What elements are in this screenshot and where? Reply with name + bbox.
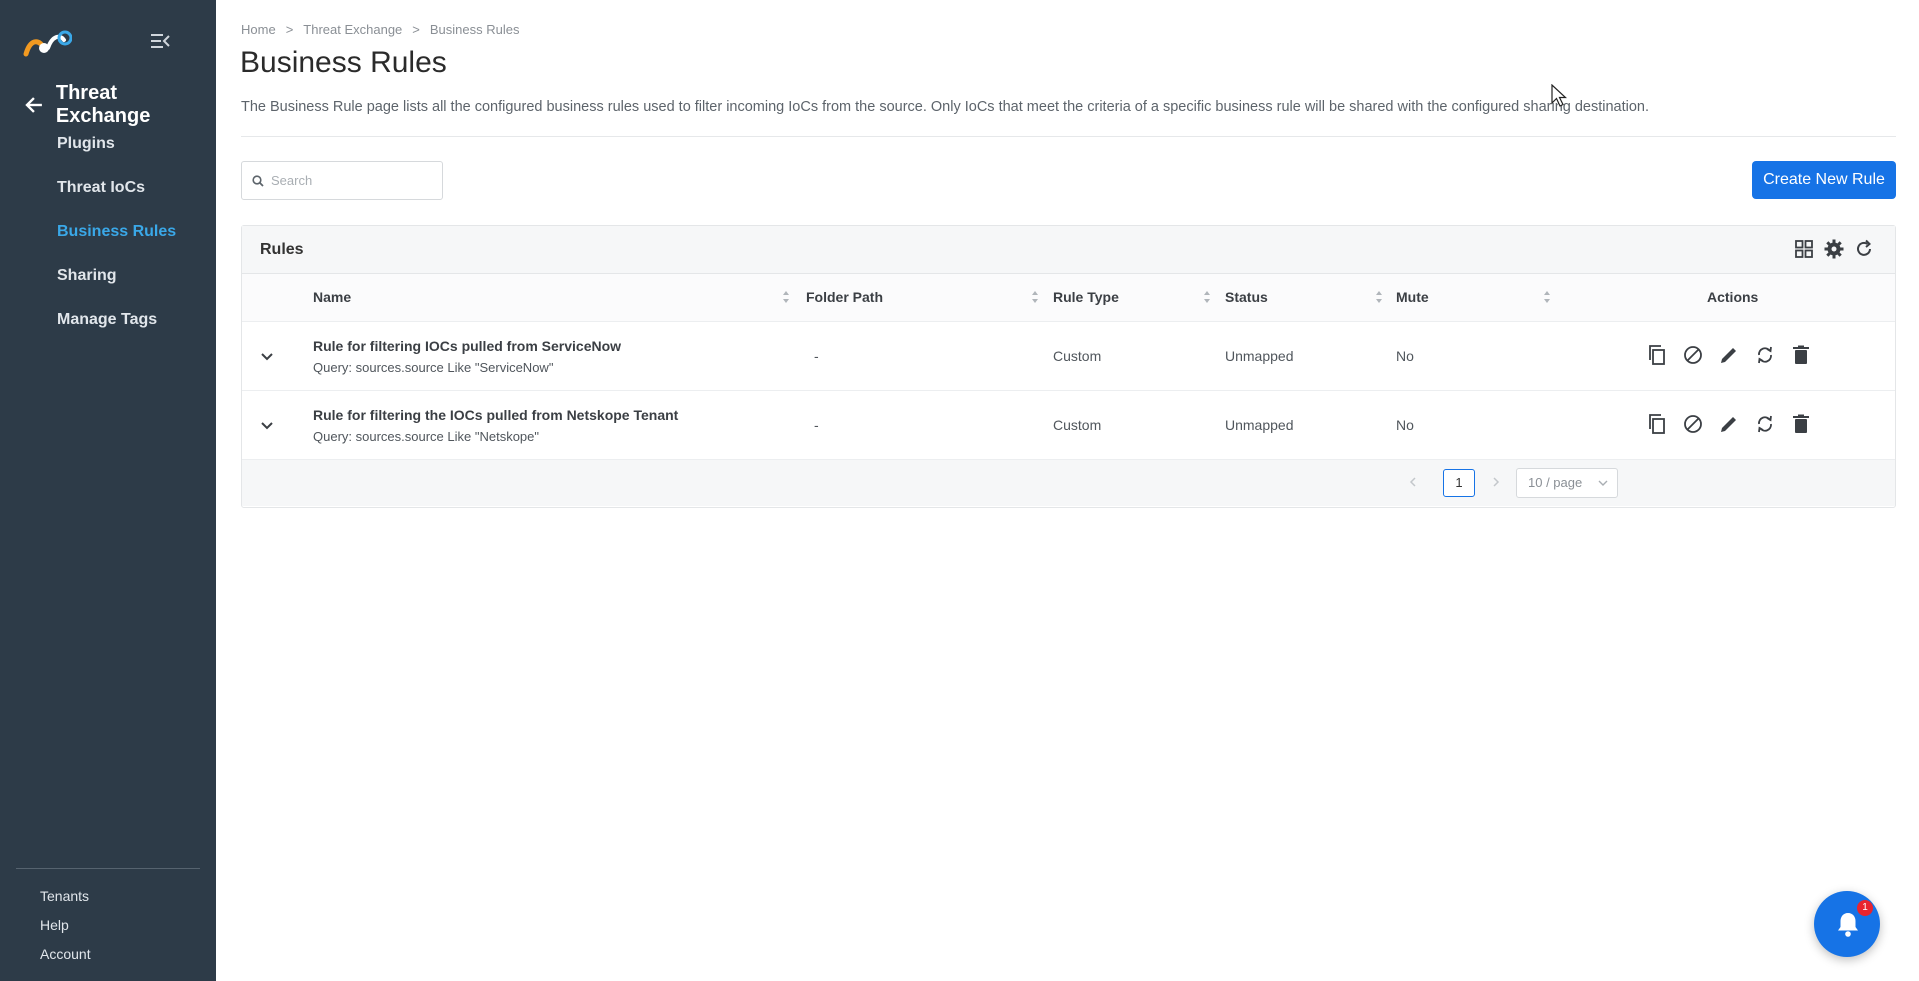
rule-mute: No — [1396, 417, 1414, 433]
sidebar-item-account[interactable]: Account — [40, 944, 91, 973]
notifications-button[interactable]: 1 — [1814, 891, 1880, 957]
table-header: Name Folder Path Rule Type Status Mute A… — [242, 274, 1895, 322]
rule-query: Query: sources.source Like "ServiceNow" — [313, 360, 554, 375]
sidebar-item-plugins[interactable]: Plugins — [57, 133, 176, 177]
column-header-rule-type[interactable]: Rule Type — [1053, 289, 1119, 305]
search-box — [241, 161, 443, 200]
table-row: Rule for filtering IOCs pulled from Serv… — [242, 322, 1895, 391]
rule-folder-path: - — [814, 417, 819, 433]
sidebar-bottom-nav: Tenants Help Account — [40, 886, 91, 973]
chevron-down-icon[interactable] — [258, 416, 276, 434]
app-title: Threat Exchange — [55, 82, 151, 127]
sidebar-item-tenants[interactable]: Tenants — [40, 886, 91, 915]
column-header-actions: Actions — [1707, 289, 1759, 305]
grid-view-icon[interactable] — [1793, 238, 1815, 260]
chevron-down-icon[interactable] — [258, 347, 276, 365]
chevron-right-icon[interactable] — [1489, 474, 1503, 490]
sidebar-item-sharing[interactable]: Sharing — [57, 265, 176, 309]
table-row: Rule for filtering the IOCs pulled from … — [242, 391, 1895, 460]
page-description: The Business Rule page lists all the con… — [241, 99, 1650, 115]
back-arrow-icon[interactable] — [24, 95, 44, 115]
sort-icon[interactable] — [1543, 289, 1551, 305]
delete-trash-icon[interactable] — [1790, 344, 1812, 366]
chevron-down-icon — [1598, 480, 1608, 486]
row-actions — [1646, 344, 1812, 366]
rule-folder-path: - — [814, 348, 819, 364]
sort-icon[interactable] — [1203, 289, 1211, 305]
column-header-name[interactable]: Name — [313, 289, 351, 305]
sync-icon[interactable] — [1754, 413, 1776, 435]
rule-type: Custom — [1053, 348, 1102, 364]
sidebar-item-business-rules[interactable]: Business Rules — [57, 221, 176, 265]
card-toolbar — [1793, 238, 1875, 260]
settings-gear-icon[interactable] — [1823, 238, 1845, 260]
delete-trash-icon[interactable] — [1790, 413, 1812, 435]
sort-icon[interactable] — [782, 289, 790, 305]
sort-icon[interactable] — [1031, 289, 1039, 305]
bell-icon — [1838, 913, 1858, 937]
row-actions — [1646, 413, 1812, 435]
pagination: 1 10 / page — [242, 460, 1895, 506]
chevron-left-icon[interactable] — [1406, 474, 1420, 490]
rule-status: Unmapped — [1225, 348, 1294, 364]
edit-pencil-icon[interactable] — [1718, 344, 1740, 366]
page-number-current[interactable]: 1 — [1443, 469, 1475, 497]
page-title: Business Rules — [240, 46, 447, 79]
rule-query: Query: sources.source Like "Netskope" — [313, 429, 539, 444]
search-input[interactable] — [271, 173, 431, 188]
edit-pencil-icon[interactable] — [1718, 413, 1740, 435]
rule-type: Custom — [1053, 417, 1102, 433]
copy-icon[interactable] — [1646, 344, 1668, 366]
column-header-status[interactable]: Status — [1225, 289, 1268, 305]
breadcrumb-separator: > — [285, 22, 294, 37]
sidebar: Threat Exchange Plugins Threat IoCs Busi… — [0, 0, 216, 981]
rule-mute: No — [1396, 348, 1414, 364]
netskope-logo — [23, 30, 72, 57]
header-divider — [241, 136, 1896, 137]
column-header-mute[interactable]: Mute — [1396, 289, 1429, 305]
mouse-cursor-icon — [1551, 84, 1567, 107]
sort-icon[interactable] — [1375, 289, 1383, 305]
sidebar-item-help[interactable]: Help — [40, 915, 91, 944]
sync-icon[interactable] — [1754, 344, 1776, 366]
sidebar-divider — [16, 868, 200, 869]
disable-icon[interactable] — [1682, 413, 1704, 435]
create-new-rule-button[interactable]: Create New Rule — [1752, 161, 1896, 199]
rules-card-header: Rules — [242, 226, 1895, 274]
disable-icon[interactable] — [1682, 344, 1704, 366]
rule-name[interactable]: Rule for filtering IOCs pulled from Serv… — [313, 338, 621, 354]
breadcrumb-separator: > — [412, 22, 420, 37]
rules-card: Rules Name Folder Path Rule Type Status — [241, 225, 1896, 508]
column-header-folder-path[interactable]: Folder Path — [806, 289, 883, 305]
rule-name[interactable]: Rule for filtering the IOCs pulled from … — [313, 407, 678, 423]
main-content: Home > Threat Exchange > Business Rules … — [216, 0, 1919, 981]
copy-icon[interactable] — [1646, 413, 1668, 435]
refresh-icon[interactable] — [1853, 238, 1875, 260]
breadcrumb: Home > Threat Exchange > Business Rules — [241, 22, 520, 37]
rules-card-title: Rules — [260, 241, 304, 258]
collapse-menu-icon[interactable] — [149, 30, 171, 52]
breadcrumb-home[interactable]: Home — [241, 22, 276, 37]
breadcrumb-threat-exchange[interactable]: Threat Exchange — [303, 22, 402, 37]
search-icon — [252, 174, 264, 187]
sidebar-item-threat-iocs[interactable]: Threat IoCs — [57, 177, 176, 221]
notification-count-badge: 1 — [1857, 900, 1873, 916]
app-title-row: Threat Exchange — [24, 82, 216, 128]
sidebar-item-manage-tags[interactable]: Manage Tags — [57, 309, 176, 353]
sidebar-nav: Plugins Threat IoCs Business Rules Shari… — [57, 133, 176, 353]
page-size-select[interactable]: 10 / page — [1516, 468, 1618, 498]
page-size-value: 10 / page — [1528, 475, 1583, 490]
breadcrumb-current: Business Rules — [429, 22, 520, 37]
rule-status: Unmapped — [1225, 417, 1294, 433]
